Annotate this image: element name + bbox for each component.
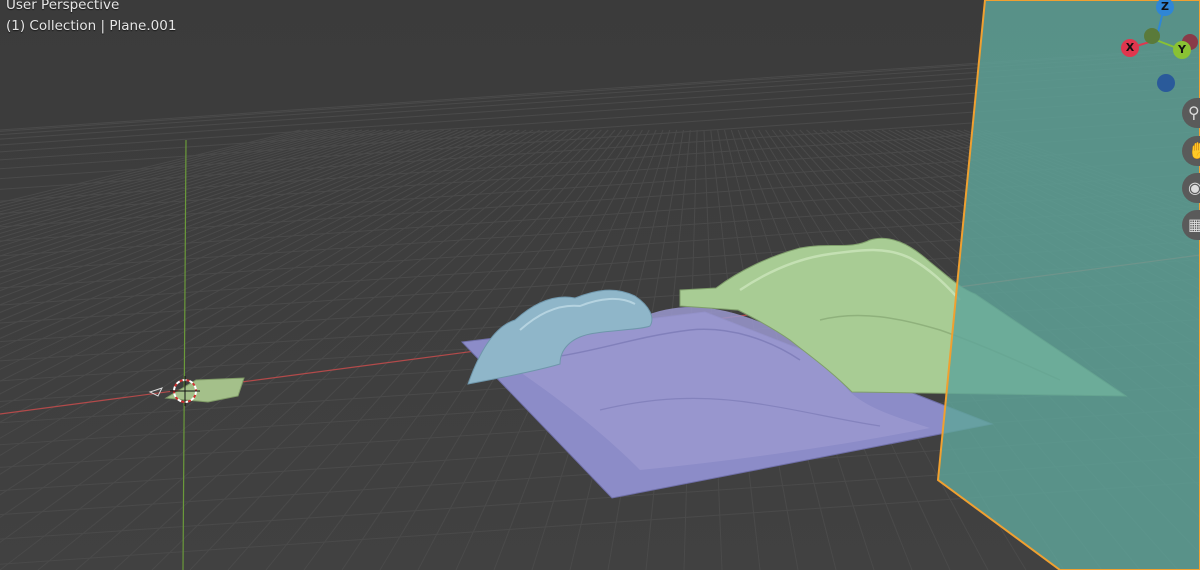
navigation-gizmo[interactable]: Z X Y xyxy=(1112,0,1200,100)
collection-object-label: (1) Collection | Plane.001 xyxy=(6,18,177,34)
view-perspective-label: User Perspective xyxy=(6,0,120,13)
gizmo-neg-z-icon[interactable] xyxy=(1157,74,1175,92)
viewport-scene[interactable] xyxy=(0,0,1200,570)
3d-viewport[interactable]: User Perspective (1) Collection | Plane.… xyxy=(0,0,1200,570)
gizmo-x-icon[interactable]: X xyxy=(1121,39,1139,57)
gizmo-y-icon[interactable]: Y xyxy=(1173,41,1191,59)
